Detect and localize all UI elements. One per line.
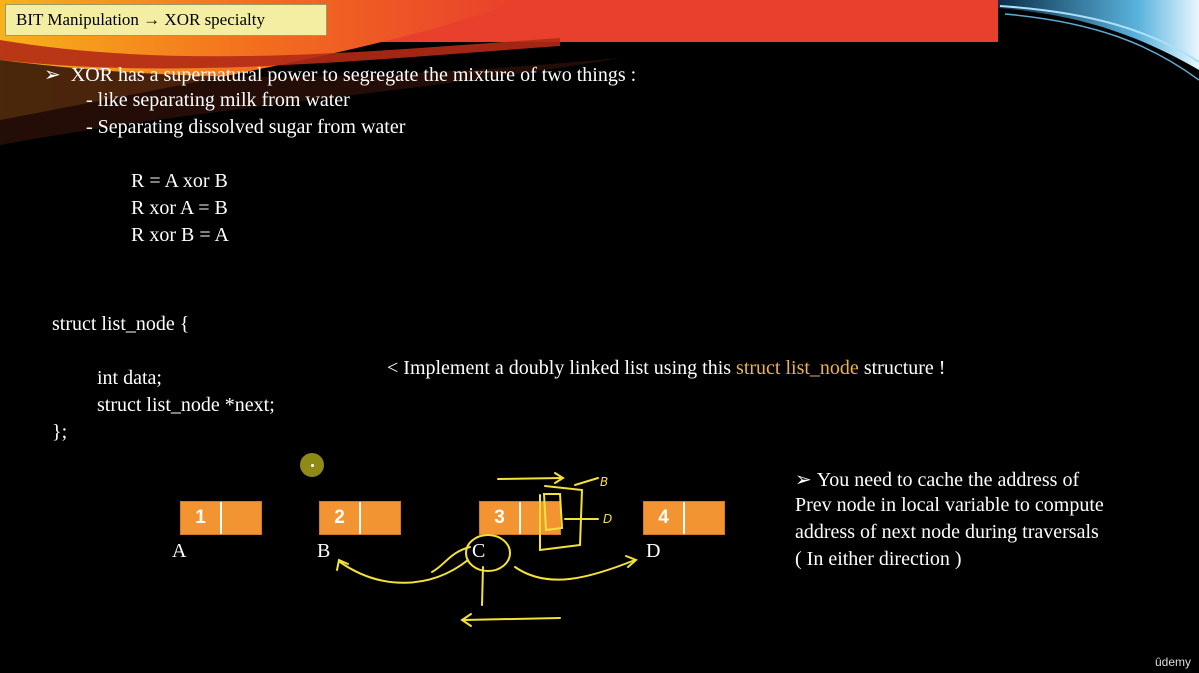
- struct-field-next: struct list_node *next;: [97, 394, 275, 416]
- struct-open: struct list_node {: [52, 313, 190, 335]
- node-pointer: [220, 502, 261, 534]
- list-node-b: 2: [319, 501, 401, 535]
- left-squiggle: [431, 546, 471, 573]
- note-line-4: ( In either direction ): [795, 548, 962, 570]
- node-value: 1: [181, 502, 220, 534]
- note-line-1: ➢ You need to cache the address of: [795, 467, 1079, 492]
- note-line-3: address of next node during traversals: [795, 521, 1099, 543]
- task-highlight: struct list_node: [736, 357, 859, 379]
- struct-field-data: int data;: [97, 367, 162, 389]
- equation-1: R = A xor B: [131, 170, 228, 192]
- node-label-c: C: [472, 540, 486, 562]
- intro-bullet: ➢ XOR has a supernatural power to segreg…: [44, 62, 636, 87]
- top-arrow-head: [554, 472, 565, 484]
- equation-3: R xor B = A: [131, 224, 229, 246]
- node-value: 3: [480, 502, 519, 534]
- b-mark-text: B: [600, 475, 608, 489]
- arrow-to-d: [514, 559, 636, 581]
- node-pointer: [683, 502, 724, 534]
- arrow-to-b: [339, 559, 469, 584]
- intro-sub-2: - Separating dissolved sugar from water: [86, 116, 406, 138]
- d-mark-text: D: [603, 512, 612, 526]
- bottom-arrow-head: [460, 613, 472, 627]
- arrow-bullet-icon: ➢: [44, 64, 61, 86]
- bottom-arrow-line: [462, 617, 561, 621]
- down-line: [481, 566, 484, 606]
- intro-sub-1: - like separating milk from water: [86, 89, 350, 111]
- arrow-to-d-head: [625, 555, 638, 568]
- node-label-a: A: [172, 540, 187, 562]
- list-node-c: 3: [479, 501, 561, 535]
- node-label-b: B: [317, 540, 331, 562]
- struct-close: };: [52, 421, 68, 443]
- task-prefix: < Implement a doubly linked list using t…: [387, 357, 737, 379]
- pointer-cursor-icon: [300, 453, 324, 477]
- node-pointer: [519, 502, 560, 534]
- arrow-to-b-head: [336, 558, 349, 571]
- intro-bullet-text: XOR has a supernatural power to segregat…: [70, 64, 637, 86]
- note-text-1: You need to cache the address of: [816, 469, 1080, 491]
- top-arrow-line: [497, 477, 563, 480]
- arrow-bullet-icon: ➢: [795, 469, 812, 491]
- node-pointer: [359, 502, 400, 534]
- node-label-d: D: [646, 540, 661, 562]
- node-value: 4: [644, 502, 683, 534]
- list-node-a: 1: [180, 501, 262, 535]
- task-suffix: structure !: [858, 357, 946, 379]
- list-node-d: 4: [643, 501, 725, 535]
- task-text: < Implement a doubly linked list using t…: [387, 357, 945, 380]
- node-value: 2: [320, 502, 359, 534]
- slide-title: BIT Manipulation → XOR specialty: [5, 4, 327, 36]
- udemy-watermark: ûdemy: [1154, 655, 1191, 669]
- note-line-2: Prev node in local variable to compute: [795, 494, 1104, 516]
- equation-2: R xor A = B: [131, 197, 228, 219]
- b-mark-line: [574, 477, 599, 486]
